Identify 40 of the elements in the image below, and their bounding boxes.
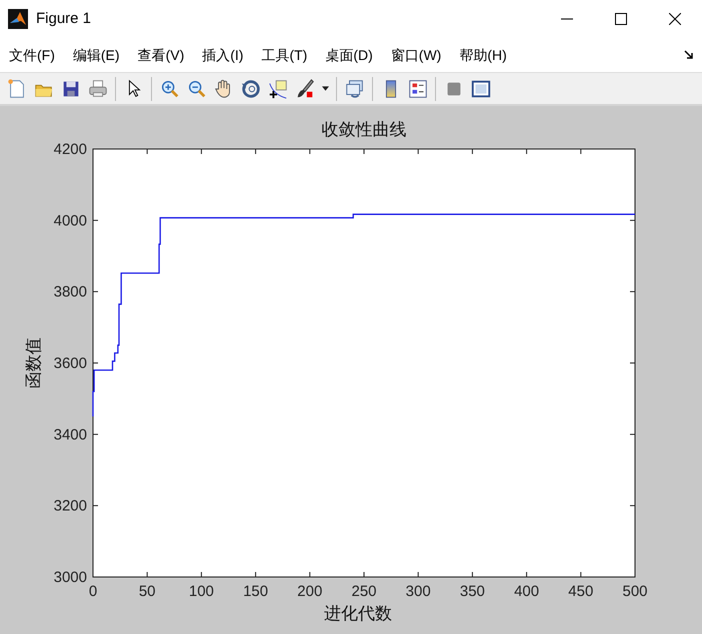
x-tick-label: 100	[188, 583, 214, 600]
data-cursor-icon	[266, 78, 288, 100]
x-tick-label: 450	[568, 583, 594, 600]
y-tick-label: 3000	[54, 569, 87, 586]
menu-item[interactable]: 插入(I)	[193, 44, 252, 66]
menu-item[interactable]: 查看(V)	[128, 44, 194, 66]
x-tick-label: 300	[406, 583, 431, 600]
x-tick-label: 400	[514, 583, 540, 600]
y-tick-label: 4200	[54, 141, 87, 158]
menu-item[interactable]: 帮助(H)	[450, 44, 516, 66]
x-tick-label: 150	[243, 583, 268, 600]
chart-title: 收敛性曲线	[322, 120, 406, 140]
close-icon	[669, 13, 681, 25]
y-tick-label: 3200	[54, 498, 87, 515]
menu-item[interactable]: 桌面(D)	[316, 44, 382, 66]
menu-item[interactable]: 编辑(E)	[64, 44, 129, 66]
dock-arrow-icon[interactable]	[684, 50, 694, 60]
rotate-icon	[240, 78, 262, 100]
app-logo-icon	[8, 9, 28, 29]
x-tick-label: 0	[88, 583, 98, 600]
menu-item[interactable]: 工具(T)	[252, 44, 316, 66]
x-tick-label: 200	[297, 583, 322, 600]
x-tick-label: 500	[622, 583, 648, 600]
maximize-icon	[615, 13, 627, 25]
x-tick-label: 50	[138, 583, 156, 600]
window-title: Figure 1	[36, 8, 92, 29]
menu-item[interactable]: 文件(F)	[0, 44, 64, 66]
printer-icon	[86, 78, 108, 100]
x-axis-label: 进化代数	[324, 604, 392, 624]
y-tick-label: 4000	[54, 212, 87, 230]
menu-item[interactable]: 窗口(W)	[382, 44, 450, 66]
x-tick-label: 350	[460, 583, 485, 600]
y-tick-label: 3800	[54, 284, 87, 301]
y-axis-label: 函数值	[24, 338, 44, 388]
x-tick-label: 250	[351, 583, 377, 600]
dropdown-caret-icon	[322, 86, 328, 91]
y-tick-label: 3400	[54, 426, 87, 444]
legend-icon	[406, 78, 428, 100]
linked-windows-icon	[344, 78, 366, 100]
y-tick-label: 3600	[54, 355, 87, 372]
